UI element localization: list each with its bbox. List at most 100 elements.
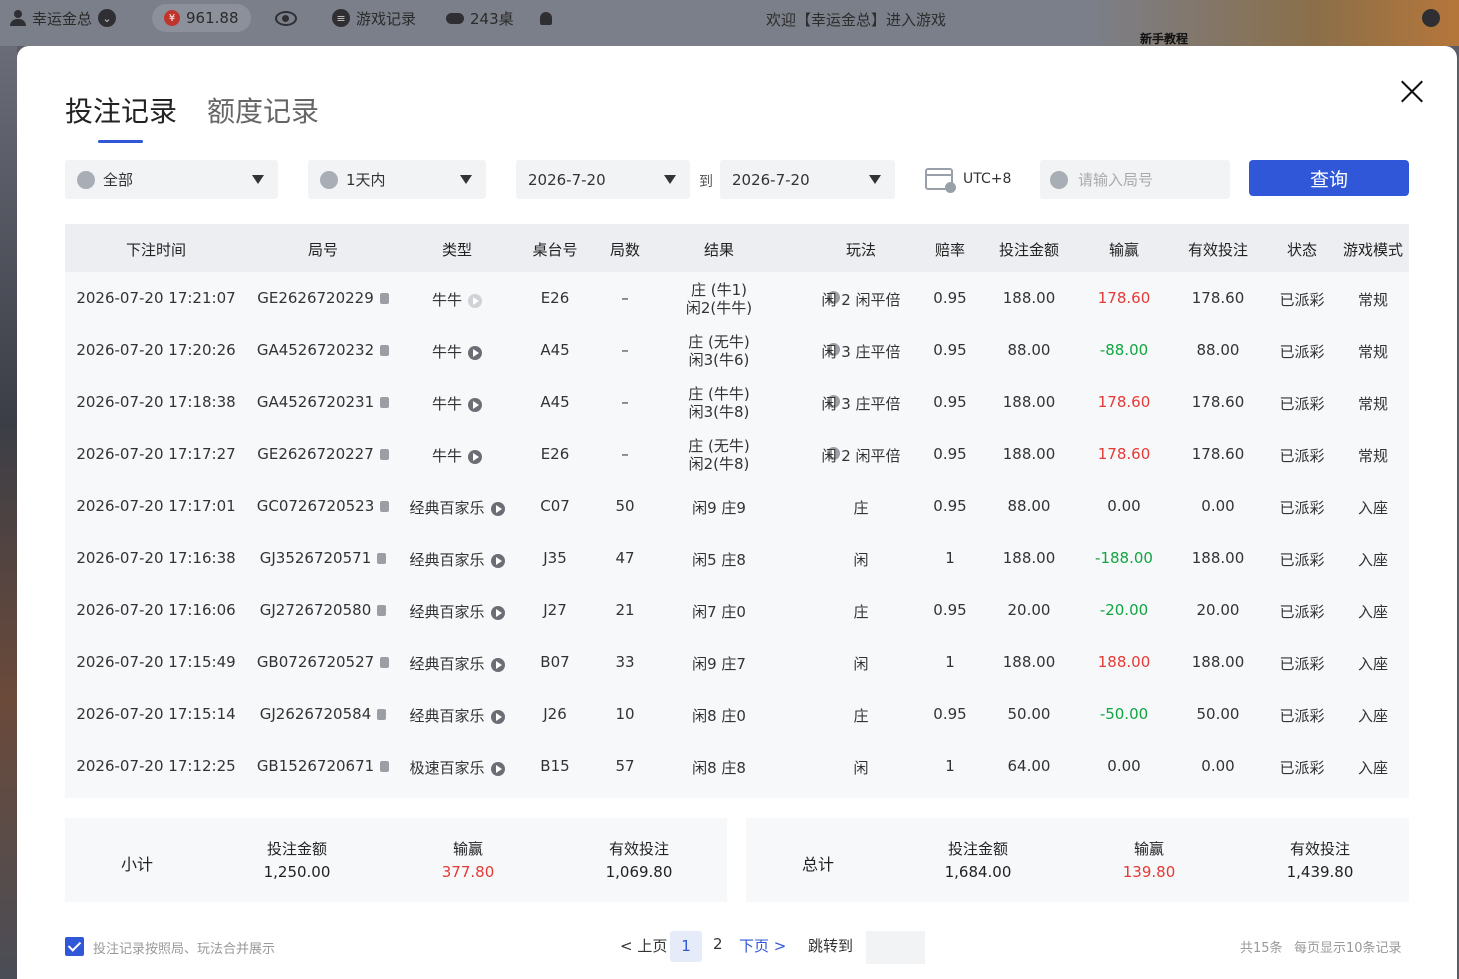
jump-to-label: 跳转到 <box>808 937 854 955</box>
result-line-2: 闲3(牛6) <box>688 351 750 369</box>
total-bet-label: 投注金额 <box>947 840 1008 858</box>
subtotal-win-label: 输赢 <box>452 840 483 858</box>
subtotal-bet-label: 投注金额 <box>266 840 327 858</box>
merge-checkbox-label: 投注记录按照局、玩法合并展示 <box>93 942 276 957</box>
cell-game-mode: 常规 <box>1357 291 1388 309</box>
table-row: 2026-07-20 17:16:38 GJ3526720571 经典百家乐 J35 4… <box>65 532 1409 584</box>
per-page-text: 每页显示10条记录 <box>1294 941 1402 956</box>
cell-bet-time: 2026-07-20 17:18:38 <box>76 393 236 411</box>
table-row: 2026-07-20 17:17:27 GE2626720227 牛牛 E26– 庄 (… <box>65 428 1409 480</box>
cell-bet-time: 2026-07-20 17:16:38 <box>76 549 236 567</box>
subtotal-win-value: 377.80 <box>441 863 495 881</box>
cell-result: 闲8 庄0 <box>692 707 746 725</box>
cell-result: 闲8 庄8 <box>692 759 746 777</box>
cell-game-mode: 入座 <box>1357 655 1388 673</box>
round-number-text: GA4526720232 <box>256 341 375 359</box>
close-icon[interactable] <box>1397 76 1427 106</box>
cell-game-mode: 常规 <box>1357 447 1388 465</box>
total-win-label: 输赢 <box>1133 840 1164 858</box>
jump-page-input[interactable] <box>866 931 925 964</box>
header-result: 结果 <box>703 241 734 259</box>
table-row: 2026-07-20 17:15:14 GJ2626720584 经典百家乐 J26 1… <box>65 688 1409 740</box>
date-to-separator: 到 <box>699 174 713 190</box>
game-type-text: 牛牛 <box>431 343 462 361</box>
round-number-text: GB0726720527 <box>256 653 375 671</box>
round-search <box>1040 160 1230 199</box>
round-number-input[interactable] <box>1076 169 1220 190</box>
date-from-select[interactable]: 2026-7-20 <box>516 160 690 199</box>
total-win-value: 139.80 <box>1122 863 1176 881</box>
cell-result: 庄 (牛牛) 闲3(牛8) <box>639 385 840 421</box>
game-type-text: 经典百家乐 <box>409 551 485 569</box>
cell-bet-time: 2026-07-20 17:20:26 <box>76 341 236 359</box>
bet-records-table: 下注时间 局号 类型 桌台号 局数 结果 玩法 赔率 投注金额 输赢 有效投注 状态 游戏模式 2026… <box>65 224 1409 798</box>
round-number-text: GC0726720523 <box>256 497 375 515</box>
modal-tabs: 投注记录 额度记录 <box>65 90 319 143</box>
next-page-button[interactable]: 下页 > <box>739 935 786 956</box>
cell-bet-time: 2026-07-20 17:12:25 <box>76 757 236 775</box>
game-type-text: 极速百家乐 <box>409 759 485 777</box>
caret-down-icon <box>664 175 676 184</box>
table-row: 2026-07-20 17:12:25 GB1526720671 极速百家乐 B15 5… <box>65 740 1409 792</box>
cell-result: 闲5 庄8 <box>692 551 746 569</box>
table-header: 下注时间 局号 类型 桌台号 局数 结果 玩法 赔率 投注金额 输赢 有效投注 状态 游戏模式 <box>65 224 1409 272</box>
merge-checkbox[interactable] <box>65 937 84 956</box>
cell-bet-time: 2026-07-20 17:16:06 <box>76 601 236 619</box>
game-type-text: 经典百家乐 <box>409 655 485 673</box>
cell-bet-time: 2026-07-20 17:15:49 <box>76 653 236 671</box>
game-type-text: 牛牛 <box>431 447 462 465</box>
cell-bet-time: 2026-07-20 17:21:07 <box>76 289 236 307</box>
subtotal-valid-label: 有效投注 <box>608 840 669 858</box>
game-type-text: 经典百家乐 <box>409 707 485 725</box>
game-type-value: 全部 <box>103 171 134 189</box>
clock-icon <box>320 170 338 189</box>
date-to-select[interactable]: 2026-7-20 <box>720 160 895 199</box>
page-1-button[interactable]: 1 <box>670 931 702 962</box>
cell-bet-time: 2026-07-20 17:17:27 <box>76 445 236 463</box>
cell-result: 庄 (无牛) 闲3(牛6) <box>639 333 840 369</box>
game-type-text: 经典百家乐 <box>409 499 485 517</box>
cell-bet-time: 2026-07-20 17:17:01 <box>76 497 236 515</box>
table-row: 2026-07-20 17:15:49 GB0726720527 经典百家乐 B07 3… <box>65 636 1409 688</box>
page-2-button[interactable]: 2 <box>713 935 723 953</box>
round-number-text: GJ2726720580 <box>259 601 372 619</box>
query-button[interactable]: 查询 <box>1249 160 1409 196</box>
calendar-icon <box>925 168 956 193</box>
promo-label: 新手教程 <box>1140 32 1189 46</box>
round-number-text: GB1526720671 <box>256 757 375 775</box>
cell-bet-time: 2026-07-20 17:15:14 <box>76 705 236 723</box>
cell-game-mode: 入座 <box>1357 499 1388 517</box>
header-bet-time: 下注时间 <box>125 241 186 259</box>
subtotal-label: 小计 <box>121 855 154 874</box>
search-round-icon <box>1050 170 1068 189</box>
cell-game-mode: 入座 <box>1357 759 1388 777</box>
header-game-mode: 游戏模式 <box>1342 241 1403 259</box>
tab-bet-records[interactable]: 投注记录 <box>65 90 177 143</box>
game-type-select[interactable]: 全部 <box>65 160 278 199</box>
cell-game-mode: 常规 <box>1357 395 1388 413</box>
table-row: 2026-07-20 17:18:38 GA4526720231 牛牛 A45– 庄 (… <box>65 376 1409 428</box>
search-icon[interactable] <box>1422 9 1440 27</box>
timezone-label: UTC+8 <box>963 171 1012 187</box>
cell-result: 闲9 庄9 <box>692 499 746 517</box>
cell-result: 庄 (无牛) 闲2(牛8) <box>639 437 840 473</box>
promo-banner[interactable]: 新手教程 <box>1090 0 1459 46</box>
total-valid-value: 1,439.80 <box>1286 863 1354 881</box>
table-row: 2026-07-20 17:17:01 GC0726720523 经典百家乐 C07 5… <box>65 480 1409 532</box>
timezone-picker[interactable]: UTC+8 <box>925 168 1012 193</box>
date-from-value: 2026-7-20 <box>528 170 606 189</box>
time-range-select[interactable]: 1天内 <box>308 160 486 199</box>
result-line-1: 庄 (牛1) <box>690 281 748 299</box>
caret-down-icon <box>460 175 472 184</box>
game-type-text: 经典百家乐 <box>409 603 485 621</box>
cell-game-mode: 常规 <box>1357 343 1388 361</box>
tab-credit-records[interactable]: 额度记录 <box>207 90 319 130</box>
prev-page-button[interactable]: < 上页 <box>620 935 667 956</box>
table-row: 2026-07-20 17:21:07 GE2626720229 牛牛 E26– 庄 (… <box>65 272 1409 324</box>
total-label: 总计 <box>802 855 835 874</box>
result-line-1: 庄 (牛牛) <box>688 385 750 403</box>
cell-game-mode: 入座 <box>1357 551 1388 569</box>
header-round-number: 局号 <box>307 241 338 259</box>
game-type-text: 牛牛 <box>431 395 462 413</box>
total-valid-label: 有效投注 <box>1289 840 1350 858</box>
